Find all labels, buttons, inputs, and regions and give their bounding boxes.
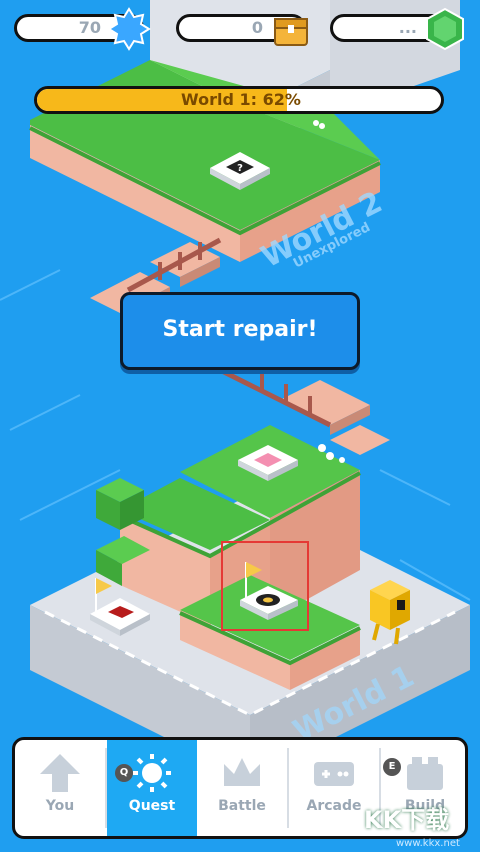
svg-text:?: ? — [237, 163, 243, 174]
star-badge-icon — [107, 7, 151, 51]
gamepad-icon — [314, 762, 354, 786]
stars-counter[interactable]: 70 — [14, 7, 151, 51]
watermark-logo: KK下载 — [364, 806, 450, 834]
gems-value: ... — [398, 18, 417, 37]
world-map: ? World 2 Unexplored World 1 — [0, 0, 471, 780]
chests-counter[interactable]: 0 — [176, 14, 308, 46]
watermark-url: www.kkx.net — [396, 838, 460, 849]
tab-you-label: You — [45, 798, 75, 814]
tab-quest-label: Quest — [128, 798, 176, 814]
stars-value: 70 — [78, 18, 101, 37]
arrow-up-icon — [40, 754, 80, 792]
tab-you[interactable]: You — [15, 740, 105, 836]
treasure-chest-icon — [274, 18, 308, 46]
tab-battle[interactable]: Battle — [197, 740, 287, 836]
chests-value: 0 — [251, 18, 263, 37]
world-progress-bar: World 1: 62% — [34, 86, 444, 114]
progress-label: World 1: 62% — [181, 90, 301, 109]
arcade-hotkey-badge: E — [383, 758, 401, 776]
gem-icon — [426, 7, 464, 51]
sun-icon — [133, 754, 171, 792]
gems-counter[interactable]: ... — [330, 7, 464, 51]
world1-island[interactable]: World 1 — [30, 425, 470, 780]
start-repair-button[interactable]: Start repair! — [120, 292, 360, 370]
tab-quest[interactable]: Q Quest — [107, 740, 197, 836]
tab-battle-label: Battle — [218, 798, 266, 814]
brick-icon — [407, 757, 443, 790]
crown-icon — [224, 758, 260, 786]
